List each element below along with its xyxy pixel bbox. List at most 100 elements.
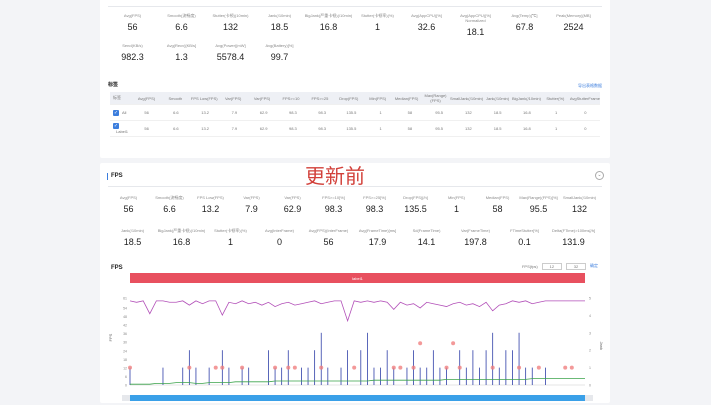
metric-value: 0.1 — [518, 237, 531, 247]
metric-label: Stutter(卡顿)(10min) — [212, 13, 249, 18]
column-header[interactable]: Drop(FPS) — [334, 96, 363, 101]
metric: Stutter(卡顿率)(%) 1 — [206, 228, 255, 247]
column-header[interactable]: Median(FPS) — [392, 96, 421, 101]
metric-value: 32.6 — [417, 22, 436, 32]
y-tick-label: 36 — [123, 332, 127, 336]
apply-button[interactable]: 确定 — [590, 263, 598, 269]
stamp-text: 更新前 — [305, 164, 365, 188]
jank-marker[interactable] — [128, 365, 132, 370]
jank-marker[interactable] — [457, 365, 462, 370]
jank-marker[interactable] — [240, 365, 245, 370]
column-header[interactable]: Smooth — [161, 96, 190, 101]
jank-marker[interactable] — [391, 365, 396, 370]
fps-line — [129, 300, 585, 323]
jank-marker[interactable] — [398, 365, 403, 370]
metric: Avg(FPS) 56 — [108, 13, 157, 37]
metric-value: 131.9 — [562, 237, 585, 247]
metric: Median(FPS) 58 — [477, 195, 518, 214]
metric: Peak(Memory)[MB] 2524 — [549, 13, 598, 37]
metric: Jank(/10min) 18.5 — [255, 13, 304, 37]
column-header[interactable]: Avg(FPS) — [132, 96, 161, 101]
column-header[interactable]: Var(FPS) — [219, 96, 248, 101]
column-header[interactable]: 标签 — [110, 95, 132, 101]
metric-value: 132 — [571, 204, 588, 214]
table-cell: 13.2 — [201, 110, 210, 115]
metric: Smooth(流畅度) 6.6 — [157, 13, 206, 37]
table-cell: 0 — [584, 126, 587, 131]
jank-marker[interactable] — [187, 365, 192, 370]
metric-label: BigJank(严重卡顿)(/10min) — [304, 13, 353, 18]
column-header[interactable]: Max(Range)(FPS) — [421, 93, 450, 103]
metric: Send(KB/s) 982.3 — [108, 43, 157, 62]
jank-marker[interactable] — [569, 365, 574, 370]
jank-marker[interactable] — [444, 365, 449, 370]
export-link[interactable]: 导出表格数据 — [578, 83, 602, 89]
y-tick-label: 61 — [123, 297, 127, 301]
table-cell: 98.3 — [318, 110, 327, 115]
y-tick-label: 30 — [123, 341, 127, 345]
y-tick-label: 0 — [125, 384, 127, 388]
jank-marker[interactable] — [292, 365, 297, 370]
column-header[interactable]: FPS>=10 — [277, 96, 306, 101]
metric-value: 135.5 — [404, 204, 427, 214]
metric-label: Jank(/10min) — [120, 228, 145, 233]
range-min-input[interactable]: 12 — [541, 263, 562, 270]
table-cell: 56 — [144, 126, 149, 131]
label-table: 标签 Avg(FPS) Smooth FPS Low(FPS) Var(FPS) Var(… — [110, 92, 600, 137]
jank-marker[interactable] — [411, 365, 416, 370]
table-cell: ✓Label1 — [110, 123, 132, 134]
metrics-row: Avg(FPS) 56 Smooth(流畅度) 6.6 Stutter(卡顿)(10mi… — [108, 13, 598, 37]
jank-marker[interactable] — [418, 341, 423, 346]
jank-marker[interactable] — [319, 365, 324, 370]
column-header[interactable]: Var(FPS) — [248, 96, 277, 101]
jank-marker[interactable] — [352, 365, 357, 370]
column-header[interactable]: FPS>=25 — [305, 96, 334, 101]
metric-value: 6.6 — [163, 204, 176, 214]
metric: Avg(Temp)[℃] 67.8 — [500, 13, 549, 37]
y-tick-label: 54 — [123, 306, 127, 310]
metric-value: 95.5 — [529, 204, 548, 214]
table-row: ✓ All 56 6.6 13.2 7.9 62.9 98.3 98.3 135.5 1 58 95.5… — [110, 105, 600, 121]
jank-marker[interactable] — [213, 365, 218, 370]
metric-value: 1 — [227, 237, 233, 247]
jank-marker[interactable] — [220, 365, 225, 370]
metric-value: 7.9 — [245, 204, 258, 214]
metric-label: Avg(AppCPU)[%] Normalized — [460, 13, 491, 23]
jank-marker[interactable] — [490, 365, 495, 370]
y2-tick-label: 5 — [589, 297, 591, 301]
column-header[interactable]: FPS Low(FPS) — [190, 96, 219, 101]
column-header[interactable]: Stutter(%) — [541, 96, 570, 101]
metric-value: 56 — [123, 204, 134, 214]
column-header[interactable]: BigJank(/10min) — [512, 96, 541, 101]
scrollbar-thumb[interactable] — [130, 395, 585, 401]
y2-tick-label: 3 — [589, 331, 591, 335]
metric-label: Avg(FPS)(InterFrame) — [308, 228, 349, 233]
metric-label: Smooth(流畅度) — [167, 13, 196, 18]
metric-value: 17.9 — [368, 237, 387, 247]
jank-marker[interactable] — [286, 365, 291, 370]
title-accent — [107, 173, 108, 180]
jank-marker[interactable] — [536, 365, 541, 370]
column-header[interactable]: Jank(/10min) — [483, 96, 512, 101]
range-max-input[interactable]: 32 — [566, 263, 586, 270]
jank-marker[interactable] — [517, 365, 522, 370]
row-checkbox[interactable]: ✓ — [113, 109, 119, 116]
metric-label: Var(FPS) — [284, 195, 301, 200]
jank-marker[interactable] — [273, 365, 278, 370]
table-cell: ✓ All — [110, 109, 132, 116]
column-header[interactable]: AvgStutterFrame — [570, 96, 600, 101]
table-cell: 58 — [407, 110, 413, 115]
table-cell: 18.5 — [493, 110, 502, 115]
jank-marker[interactable] — [563, 365, 568, 370]
table-cell: 98.3 — [288, 110, 297, 115]
column-header[interactable]: SmallJank(/10min) — [450, 96, 483, 101]
column-header[interactable]: Min(FPS) — [363, 96, 392, 101]
metric: FPS Low(FPS) 13.2 — [190, 195, 231, 214]
jank-marker[interactable] — [451, 341, 456, 346]
summary-card: Avg(FPS) 56 Smooth(流畅度) 6.6 Stutter(卡顿)(10mi… — [100, 0, 610, 158]
metric: Avg(FrameTime)[ms] 17.9 — [353, 228, 402, 247]
metric-value: 13.2 — [201, 204, 220, 214]
y-tick-label: 18 — [123, 358, 127, 362]
chevron-down-icon[interactable]: ⌄ — [595, 171, 604, 180]
metric-label: Var(FrameTime) — [461, 228, 490, 233]
